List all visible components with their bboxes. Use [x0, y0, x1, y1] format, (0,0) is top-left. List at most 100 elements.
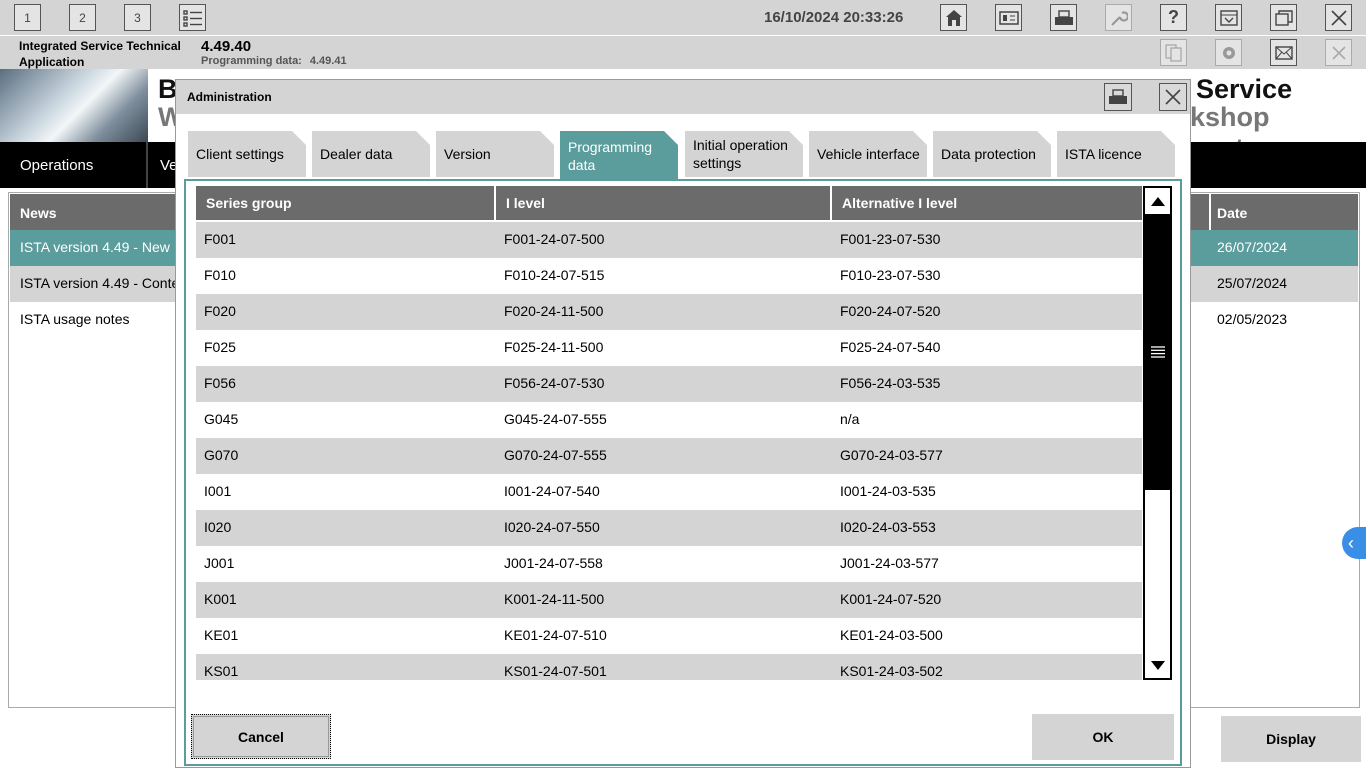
alternative-i-level-cell: n/a [840, 411, 860, 427]
piston-image [0, 69, 148, 142]
alternative-i-level-cell: F020-24-07-520 [840, 303, 941, 319]
help-icon[interactable]: ? [1160, 4, 1187, 31]
table-row[interactable]: F001 F001-24-07-500 F001-23-07-530 [196, 222, 1142, 258]
table-row[interactable]: F056 F056-24-07-530 F056-24-03-535 [196, 366, 1142, 402]
table-row[interactable]: K001 K001-24-11-500 K001-24-07-520 [196, 582, 1142, 618]
tab-label: Initial operation settings [693, 137, 788, 171]
documents-icon[interactable] [1160, 39, 1187, 66]
app-version: 4.49.40 [201, 38, 252, 55]
i-level-cell: I020-24-07-550 [504, 519, 600, 535]
series-group-cell: F025 [204, 339, 236, 355]
column-divider [1209, 194, 1211, 230]
series-group-cell: K001 [204, 591, 237, 607]
table-row[interactable]: I020 I020-24-07-550 I020-24-03-553 [196, 510, 1142, 546]
series-group-cell: J001 [204, 555, 235, 571]
news-date: 25/07/2024 [1217, 275, 1288, 291]
id-card-icon[interactable] [995, 4, 1022, 31]
news-header-label: News [20, 205, 57, 221]
series-group-cell: F020 [204, 303, 236, 319]
tab-data-protection[interactable]: Data protection [933, 131, 1051, 177]
nav-operations[interactable]: Operations [0, 142, 148, 188]
alternative-i-level-cell: J001-24-03-577 [840, 555, 939, 571]
print-icon[interactable] [1104, 83, 1132, 111]
alternative-i-level-cell: F010-23-07-530 [840, 267, 941, 283]
tab-label: Data protection [941, 146, 1036, 162]
close-icon[interactable] [1159, 83, 1187, 111]
table-row[interactable]: F025 F025-24-11-500 F025-24-07-540 [196, 330, 1142, 366]
tab-label: Dealer data [320, 146, 393, 162]
series-group-cell: I001 [204, 483, 232, 499]
i-level-cell: F001-24-07-500 [504, 231, 605, 247]
series-group-cell: G070 [204, 447, 239, 463]
i-level-cell: J001-24-07-558 [504, 555, 603, 571]
news-title: ISTA version 4.49 - New [20, 239, 170, 255]
minimize-icon[interactable] [1215, 4, 1242, 31]
session-1-button[interactable]: 1 [14, 4, 41, 31]
tab-dealer-data[interactable]: Dealer data [312, 131, 430, 177]
column-header-i-level[interactable]: I level [496, 186, 832, 220]
table-row[interactable]: G070 G070-24-07-555 G070-24-03-577 [196, 438, 1142, 474]
list-icon[interactable] [179, 4, 206, 31]
tab-vehicle-interface[interactable]: Vehicle interface [809, 131, 927, 177]
table-row[interactable]: KE01 KE01-24-07-510 KE01-24-03-500 [196, 618, 1142, 654]
vertical-scrollbar[interactable] [1143, 186, 1172, 680]
alternative-i-level-cell: KS01-24-03-502 [840, 663, 943, 679]
wrench-icon[interactable] [1105, 4, 1132, 31]
alternative-i-level-cell: I001-24-03-535 [840, 483, 936, 499]
tab-label: Client settings [196, 146, 284, 162]
series-group-cell: F056 [204, 375, 236, 391]
banner-title-right: Service [1196, 74, 1293, 104]
table-row[interactable]: I001 I001-24-07-540 I001-24-03-535 [196, 474, 1142, 510]
i-level-cell: F020-24-11-500 [504, 303, 604, 319]
table-row[interactable]: F010 F010-24-07-515 F010-23-07-530 [196, 258, 1142, 294]
alternative-i-level-cell: G070-24-03-577 [840, 447, 943, 463]
administration-dialog: Administration Client settings Dealer da… [175, 79, 1191, 768]
programming-data-label: Programming data: [201, 55, 302, 67]
print-icon[interactable] [1050, 4, 1077, 31]
i-level-cell: F025-24-11-500 [504, 339, 604, 355]
i-level-cell: K001-24-11-500 [504, 591, 605, 607]
series-group-cell: G045 [204, 411, 239, 427]
scroll-down-icon[interactable] [1145, 652, 1170, 678]
i-level-cell: KS01-24-07-501 [504, 663, 607, 679]
home-icon[interactable] [940, 4, 967, 31]
restore-icon[interactable] [1270, 4, 1297, 31]
i-level-cell: I001-24-07-540 [504, 483, 600, 499]
series-group-cell: KS01 [204, 663, 239, 679]
series-group-cell: KE01 [204, 627, 239, 643]
mail-icon[interactable] [1270, 39, 1297, 66]
dialog-title: Administration [187, 90, 272, 104]
programming-data-line: Programming data: 4.49.41 [201, 55, 347, 67]
tab-version[interactable]: Version [436, 131, 554, 177]
alternative-i-level-cell: I020-24-03-553 [840, 519, 936, 535]
table-row[interactable]: J001 J001-24-07-558 J001-24-03-577 [196, 546, 1142, 582]
news-date: 02/05/2023 [1217, 311, 1288, 327]
tab-initial-operation-settings[interactable]: Initial operation settings [685, 131, 803, 177]
alternative-i-level-cell: K001-24-07-520 [840, 591, 942, 607]
table-row[interactable]: KS01 KS01-24-07-501 KS01-24-03-502 [196, 654, 1142, 680]
close-icon[interactable] [1325, 4, 1352, 31]
scroll-up-icon[interactable] [1145, 188, 1170, 214]
session-3-button[interactable]: 3 [124, 4, 151, 31]
news-date: 26/07/2024 [1217, 239, 1288, 255]
gear-icon[interactable] [1215, 39, 1242, 66]
cancel-button[interactable]: Cancel [191, 714, 331, 759]
ok-button[interactable]: OK [1032, 714, 1174, 760]
alternative-i-level-cell: F001-23-07-530 [840, 231, 941, 247]
tab-programming-data[interactable]: Programming data [560, 131, 678, 181]
column-header-series-group[interactable]: Series group [196, 186, 496, 220]
side-panel-toggle[interactable]: ‹ [1342, 527, 1366, 559]
scrollbar-thumb[interactable] [1145, 214, 1170, 490]
tab-label: Programming data [568, 139, 653, 173]
i-level-cell: G070-24-07-555 [504, 447, 607, 463]
tab-ista-licence[interactable]: ISTA licence [1057, 131, 1175, 177]
close-session-icon[interactable] [1325, 39, 1352, 66]
series-group-cell: F010 [204, 267, 236, 283]
table-row[interactable]: F020 F020-24-11-500 F020-24-07-520 [196, 294, 1142, 330]
session-2-button[interactable]: 2 [69, 4, 96, 31]
table-row[interactable]: G045 G045-24-07-555 n/a [196, 402, 1142, 438]
tab-client-settings[interactable]: Client settings [188, 131, 306, 177]
column-header-alternative-i-level[interactable]: Alternative I level [832, 186, 1142, 220]
display-button[interactable]: Display [1221, 716, 1361, 762]
dialog-title-bar: Administration [176, 80, 1190, 114]
